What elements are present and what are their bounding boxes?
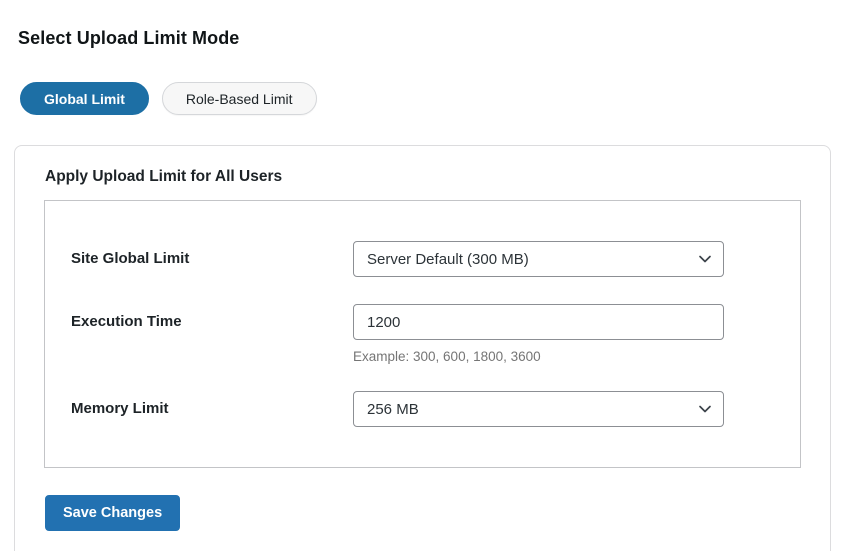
memory-limit-row: Memory Limit 256 MB (71, 391, 774, 427)
execution-time-label: Execution Time (71, 313, 182, 330)
tab-global-limit[interactable]: Global Limit (20, 82, 149, 115)
upload-limit-settings-page: Select Upload Limit Mode Global Limit Ro… (0, 0, 845, 551)
save-changes-button[interactable]: Save Changes (45, 495, 181, 531)
execution-time-hint: Example: 300, 600, 1800, 3600 (353, 349, 541, 364)
site-global-limit-row: Site Global Limit Server Default (300 MB… (71, 241, 774, 277)
global-limit-panel: Apply Upload Limit for All Users Site Gl… (14, 145, 831, 551)
panel-heading: Apply Upload Limit for All Users (45, 168, 283, 185)
memory-limit-select-wrap: 256 MB (353, 391, 724, 427)
memory-limit-label: Memory Limit (71, 400, 169, 417)
execution-time-row: Execution Time Example: 300, 600, 1800, … (71, 304, 774, 364)
memory-limit-select[interactable]: 256 MB (353, 391, 724, 427)
page-title: Select Upload Limit Mode (18, 28, 240, 48)
tab-role-based-limit[interactable]: Role-Based Limit (161, 82, 317, 115)
upload-limit-mode-tabs: Global Limit Role-Based Limit (20, 82, 845, 115)
settings-fieldset: Site Global Limit Server Default (300 MB… (44, 200, 801, 468)
site-global-limit-label: Site Global Limit (71, 250, 190, 267)
site-global-limit-select-wrap: Server Default (300 MB) (353, 241, 724, 277)
site-global-limit-select[interactable]: Server Default (300 MB) (353, 241, 724, 277)
execution-time-field-group: Example: 300, 600, 1800, 3600 (353, 304, 724, 364)
execution-time-input[interactable] (353, 304, 724, 340)
